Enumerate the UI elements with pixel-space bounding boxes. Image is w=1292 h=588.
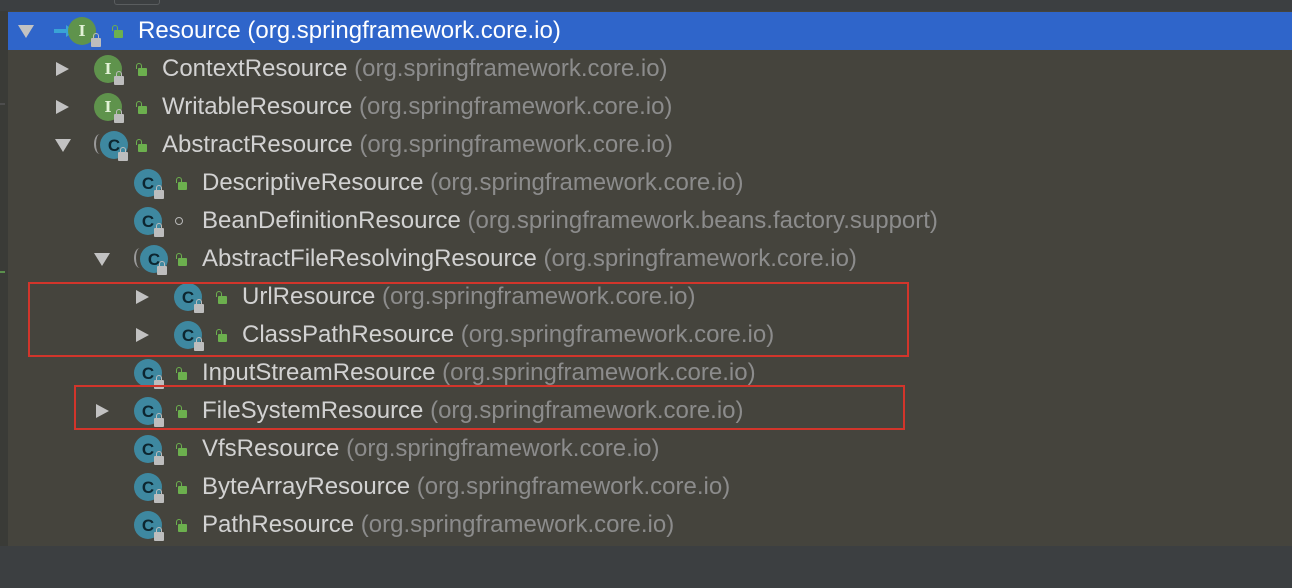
tree-row-resource[interactable]: I Resource (org.springframework.core.io): [8, 12, 1292, 50]
lock-icon: [154, 489, 164, 503]
tree-row-writable-resource[interactable]: I WritableResource (org.springframework.…: [8, 88, 1292, 126]
class-name: AbstractFileResolvingResource: [202, 245, 537, 272]
package-name: (org.springframework.core.io): [442, 359, 756, 386]
tree-row-label: AbstractFileResolvingResource (org.sprin…: [202, 245, 857, 273]
highlight-box-url-classpath: [28, 282, 909, 357]
public-visibility-icon: [176, 177, 187, 190]
package-name: (org.springframework.core.io): [416, 473, 731, 500]
interface-badge-letter: I: [78, 21, 86, 40]
lock-icon: [114, 109, 124, 123]
public-visibility-icon: [176, 481, 187, 494]
tree-row-abstract-resource[interactable]: C AbstractResource (org.springframework.…: [8, 126, 1292, 164]
public-visibility-icon: [136, 101, 147, 114]
class-badge-letter: C: [141, 477, 155, 497]
class-name: ByteArrayResource: [202, 473, 411, 500]
class-badge-letter: C: [141, 173, 155, 193]
lock-icon: [91, 33, 101, 47]
toolbar-tab-stub[interactable]: [114, 0, 160, 5]
lock-icon: [154, 185, 164, 199]
tree-row-context-resource[interactable]: I ContextResource (org.springframework.c…: [8, 50, 1292, 88]
class-name: BeanDefinitionResource: [202, 207, 461, 234]
tree-row-label: InputStreamResource (org.springframework…: [202, 359, 756, 387]
class-name: Resource: [138, 17, 241, 44]
public-visibility-icon: [176, 253, 187, 266]
tree-row-label: ContextResource (org.springframework.cor…: [162, 55, 668, 83]
highlight-box-file-system: [74, 385, 905, 430]
tree-row-label: DescriptiveResource (org.springframework…: [202, 169, 744, 197]
class-name: VfsResource: [202, 435, 340, 462]
lock-icon: [154, 451, 164, 465]
interface-badge-letter: I: [104, 59, 112, 78]
package-name: (org.springframework.core.io): [543, 245, 857, 272]
package-name: (org.springframework.core.io): [430, 169, 744, 196]
tree-row-label: BeanDefinitionResource (org.springframew…: [202, 207, 938, 235]
tree-row-vfs-resource[interactable]: C VfsResource (org.springframework.core.…: [8, 430, 1292, 468]
lock-icon: [118, 147, 128, 161]
package-name: (org.springframework.core.io): [354, 55, 668, 82]
class-badge-letter: C: [141, 439, 155, 459]
class-name: AbstractResource: [162, 131, 353, 158]
lock-icon: [154, 223, 164, 237]
package-name: (org.springframework.core.io): [358, 93, 673, 120]
lock-icon: [157, 261, 167, 275]
class-name: DescriptiveResource: [202, 169, 424, 196]
tree-row-label: Resource (org.springframework.core.io): [138, 17, 561, 45]
class-badge-letter: C: [141, 363, 155, 383]
class-name: InputStreamResource: [202, 359, 436, 386]
class-badge-letter: C: [141, 515, 155, 535]
expand-arrow-icon[interactable]: [56, 62, 69, 76]
tree-row-label: PathResource (org.springframework.core.i…: [202, 511, 674, 539]
bottom-status-area: [0, 546, 1292, 588]
class-badge-letter: C: [107, 135, 121, 155]
tree-row-label: VfsResource (org.springframework.core.io…: [202, 435, 660, 463]
class-name: ContextResource: [162, 55, 348, 82]
left-gutter: [0, 11, 8, 588]
package-name: (org.springframework.beans.factory.suppo…: [467, 207, 938, 234]
class-badge-letter: C: [141, 211, 155, 231]
collapse-arrow-icon[interactable]: [55, 139, 71, 152]
package-name: (org.springframework.core.io): [247, 17, 561, 44]
public-visibility-icon: [136, 139, 147, 152]
lock-icon: [114, 71, 124, 85]
expand-arrow-icon[interactable]: [56, 100, 69, 114]
gutter-marker: [0, 271, 5, 273]
gutter-marker: [0, 103, 5, 105]
package-name: (org.springframework.core.io): [360, 511, 675, 538]
package-visibility-icon: [175, 217, 183, 225]
public-visibility-icon: [176, 519, 187, 532]
tree-row-descriptive-resource[interactable]: C DescriptiveResource (org.springframewo…: [8, 164, 1292, 202]
package-name: (org.springframework.core.io): [359, 131, 673, 158]
class-name: WritableResource: [162, 93, 353, 120]
tree-row-byte-array-resource[interactable]: C ByteArrayResource (org.springframework…: [8, 468, 1292, 506]
tree-row-path-resource[interactable]: C PathResource (org.springframework.core…: [8, 506, 1292, 544]
public-visibility-icon: [176, 443, 187, 456]
tree-row-bean-definition-resource[interactable]: C BeanDefinitionResource (org.springfram…: [8, 202, 1292, 240]
tree-row-label: WritableResource (org.springframework.co…: [162, 93, 672, 121]
public-visibility-icon: [112, 25, 123, 38]
tree-row-abstract-file-resolving-resource[interactable]: C AbstractFileResolvingResource (org.spr…: [8, 240, 1292, 278]
tree-row-label: AbstractResource (org.springframework.co…: [162, 131, 673, 159]
class-name: PathResource: [202, 511, 355, 538]
public-visibility-icon: [176, 367, 187, 380]
collapse-arrow-icon[interactable]: [94, 253, 110, 266]
public-visibility-icon: [136, 63, 147, 76]
package-name: (org.springframework.core.io): [346, 435, 660, 462]
collapse-arrow-icon[interactable]: [18, 25, 34, 38]
interface-badge-letter: I: [104, 97, 112, 116]
tree-row-label: ByteArrayResource (org.springframework.c…: [202, 473, 730, 501]
lock-icon: [154, 527, 164, 541]
